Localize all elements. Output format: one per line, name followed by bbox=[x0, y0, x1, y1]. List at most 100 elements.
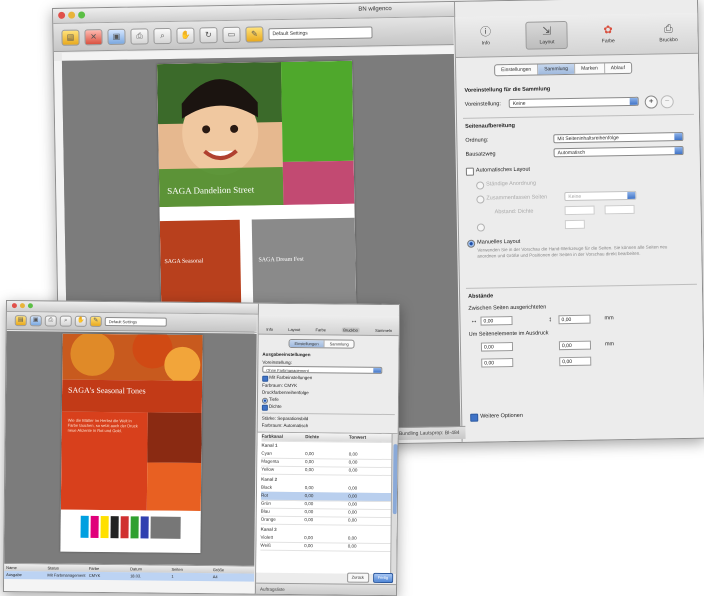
print-icon[interactable]: ⎙ bbox=[44, 315, 57, 327]
print-icon[interactable]: ⎙ bbox=[130, 27, 149, 45]
rotate-icon[interactable]: ↻ bbox=[199, 26, 218, 43]
more-options-checkbox[interactable] bbox=[470, 413, 479, 422]
add-preset-button[interactable]: + bbox=[644, 95, 658, 109]
spacing-v-field[interactable]: 0,00 bbox=[558, 314, 591, 325]
order-select[interactable]: Mit Seiteninhaltsreihenfolge bbox=[553, 132, 684, 144]
color-wheel-icon: ✿ bbox=[603, 24, 613, 37]
zoom-icon[interactable]: ⌕ bbox=[153, 27, 172, 44]
back-button[interactable]: Zurück bbox=[346, 572, 369, 583]
spacing-label: Zwischen Seiten ausgerichteten bbox=[468, 304, 547, 312]
depth-radio[interactable] bbox=[261, 397, 268, 404]
tab-info[interactable]: ⓘ Info bbox=[465, 23, 505, 50]
tab-info[interactable]: Info bbox=[266, 327, 273, 332]
job-list: Name Status Farbe Datum Seiten Größe Aus… bbox=[3, 562, 255, 595]
subtab-collection[interactable]: Sammlung bbox=[325, 340, 354, 347]
subtab-collection[interactable]: Sammlung bbox=[538, 63, 576, 75]
front-preview-page: SAGA's Seasonal Tones Wie die Blätter im… bbox=[60, 333, 203, 554]
table-row[interactable]: Weiß 0,00 0,00 bbox=[260, 541, 392, 553]
direction-select[interactable]: Automatisch bbox=[553, 145, 684, 158]
auto-layout-label: Automatisches Layout bbox=[475, 166, 531, 174]
distance-heading: Abstände bbox=[468, 293, 494, 300]
table-scrollbar[interactable] bbox=[390, 434, 399, 575]
count-field[interactable] bbox=[564, 219, 585, 230]
auto-option-3-label: Abstand: Dichte bbox=[494, 208, 534, 216]
inspector-tab-bar: ⓘ Info ⇲ Layout ✿ Farbe ⎙ Bruckbo bbox=[455, 12, 699, 58]
density-field[interactable] bbox=[564, 205, 595, 216]
depth-label: Tiefe bbox=[268, 396, 279, 402]
margin-left-field[interactable]: 0,00 bbox=[559, 356, 592, 367]
settings-select[interactable]: Default Settings bbox=[104, 317, 167, 327]
manual-layout-description: Verwenden Sie in der Vorschau die Hand-W… bbox=[477, 244, 668, 259]
open-folder-icon[interactable]: ▤ bbox=[61, 29, 80, 46]
auto-layout-checkbox[interactable] bbox=[465, 167, 474, 176]
spacing-unit: mm bbox=[604, 315, 614, 322]
info-icon: ⓘ bbox=[480, 26, 492, 39]
auto-option-select[interactable]: Keine bbox=[564, 190, 637, 202]
horizontal-spacing-icon: ↔ bbox=[470, 317, 478, 325]
scrollbar-thumb[interactable] bbox=[392, 444, 398, 515]
subtab-settings[interactable]: Einstellungen bbox=[495, 64, 539, 76]
hand-tool-icon[interactable]: ✋ bbox=[74, 315, 87, 327]
tab-color[interactable]: Farbe bbox=[315, 327, 326, 332]
spacing-h-field[interactable]: 0,00 bbox=[480, 316, 513, 326]
done-button[interactable]: Fertig bbox=[372, 572, 394, 584]
save-icon[interactable]: ▣ bbox=[29, 315, 42, 327]
auto-option-2-label: Zusammenfassen Seiten bbox=[486, 194, 548, 202]
front-status-bar: Auftragsliste bbox=[255, 582, 398, 596]
auto-option-1-radio[interactable] bbox=[476, 181, 485, 190]
auto-option-4-radio[interactable] bbox=[476, 223, 485, 232]
manual-layout-label: Manuelles Layout bbox=[477, 238, 521, 246]
tab-collect[interactable]: Sammeln bbox=[375, 328, 392, 333]
margin-unit: mm bbox=[604, 341, 615, 348]
close-window-button[interactable] bbox=[11, 303, 17, 309]
tab-print[interactable]: Bruckbo bbox=[341, 327, 360, 333]
manual-layout-radio[interactable] bbox=[467, 239, 476, 248]
color-management-checkbox[interactable] bbox=[262, 375, 269, 382]
color-space-label: Farbraum: CMYK bbox=[262, 382, 298, 389]
save-icon[interactable]: ▣ bbox=[107, 28, 126, 45]
minimize-window-button[interactable] bbox=[19, 303, 25, 309]
density-checkbox[interactable] bbox=[261, 404, 268, 411]
divider bbox=[462, 113, 694, 119]
group-label: Kanal 3 bbox=[260, 526, 277, 532]
color-picker-icon[interactable]: ✎ bbox=[89, 315, 102, 328]
tab-color[interactable]: ✿ Farbe bbox=[588, 21, 628, 48]
tab-layout[interactable]: Layout bbox=[288, 327, 300, 332]
direction-label: Bausatzweg bbox=[465, 151, 496, 158]
open-folder-icon[interactable]: ▤ bbox=[14, 315, 27, 327]
subtab-settings[interactable]: Einstellungen bbox=[289, 339, 325, 348]
divider bbox=[261, 412, 395, 416]
margin-label: Um Seitenelemente im Ausdruck bbox=[468, 330, 549, 338]
settings-select[interactable]: Default Settings bbox=[268, 25, 373, 40]
density-label: Dichte bbox=[268, 403, 282, 409]
tab-print[interactable]: ⎙ Bruckbo bbox=[648, 20, 688, 47]
subtab-marks[interactable]: Marken bbox=[574, 63, 605, 74]
color-settings-select[interactable]: Ohne Farbmanagement bbox=[262, 365, 383, 374]
front-page-body: Wie die Blätter im Herbst die Welt in Fa… bbox=[67, 417, 138, 434]
remove-preset-button[interactable]: − bbox=[660, 95, 674, 109]
hand-tool-icon[interactable]: ✋ bbox=[176, 27, 195, 44]
sub-tab-bar: Einstellungen Sammlung Marken Ablauf bbox=[494, 61, 633, 77]
auto-option-2-radio[interactable] bbox=[476, 195, 485, 204]
tab-layout[interactable]: ⇲ Layout bbox=[525, 21, 569, 50]
margin-bottom-field[interactable]: 0,00 bbox=[481, 358, 514, 368]
front-preset-label: Voreinstellung: bbox=[262, 359, 292, 365]
front-toolbar: ▤ ▣ ⎙ ⌕ ✋ ✎ Default Settings bbox=[6, 312, 257, 333]
info-row-2: Farbraum: Automatisch bbox=[261, 422, 309, 429]
margin-top-field[interactable]: 0,00 bbox=[480, 342, 514, 352]
zoom-window-button[interactable] bbox=[27, 303, 33, 309]
preview-page: SAGA Dandelion Street SAGA Seasonal SAGA… bbox=[156, 60, 357, 315]
preset-select[interactable]: Keine bbox=[508, 96, 639, 109]
front-window: ▤ ▣ ⎙ ⌕ ✋ ✎ Default Settings SAGA's Seas… bbox=[2, 300, 400, 596]
page-view-icon[interactable]: ▭ bbox=[222, 26, 241, 43]
zoom-icon[interactable]: ⌕ bbox=[59, 315, 72, 327]
color-picker-icon[interactable]: ✎ bbox=[245, 25, 264, 43]
job-row[interactable]: Ausgabe Mit Farbmanagement CMYK 18.03. 1… bbox=[4, 570, 255, 582]
table-row[interactable]: Yellow 0,00 0,00 bbox=[261, 465, 393, 477]
subtab-flow[interactable]: Ablauf bbox=[605, 63, 631, 73]
margin-right-field[interactable]: 0,00 bbox=[558, 340, 592, 351]
front-sub-tabs: Einstellungen Sammlung bbox=[288, 338, 355, 349]
table-row[interactable]: Orange 0,00 0,00 bbox=[260, 515, 392, 527]
delete-icon[interactable]: ✕ bbox=[84, 28, 103, 45]
density-field-2[interactable] bbox=[604, 204, 635, 215]
